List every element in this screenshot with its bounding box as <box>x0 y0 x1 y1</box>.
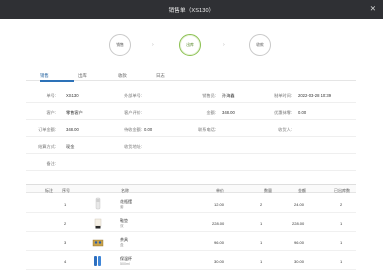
order-no-value: XS130 <box>66 93 79 98</box>
form-row: 客户: 零售客户 客户评价: 金额: 348.00 优惠抹零: 0.00 <box>26 105 356 120</box>
row-index: 4 <box>64 259 67 264</box>
payment-method-label: 结算方式: <box>38 144 56 149</box>
customer-label: 客户: <box>46 110 56 115</box>
quantity: 1 <box>260 221 263 226</box>
discount-value: 0.00 <box>298 110 307 115</box>
outbound-qty: 1 <box>340 259 343 264</box>
phone-label: 联系电话: <box>198 127 216 132</box>
row-index: 1 <box>64 202 67 207</box>
product-thumbnail <box>95 197 101 210</box>
line-amount: 228.00 <box>292 221 305 226</box>
table-row[interactable]: 2 鞋垫 双 228.00 1 228.00 1 <box>26 214 356 232</box>
salesperson-label: 销售员: <box>202 93 216 98</box>
table-row[interactable]: 3 茶具 盒 96.00 1 96.00 1 <box>26 233 356 251</box>
order-amount-label: 订单金额: <box>38 127 56 132</box>
quantity: 1 <box>260 259 263 264</box>
outbound-qty: 2 <box>340 202 343 207</box>
line-amount: 24.00 <box>294 202 305 207</box>
created-time-label: 制单时间: <box>274 93 292 98</box>
items-table-header: 标注 序号 名称 单价 数量 金额 已出库数 <box>26 184 356 193</box>
outbound-qty: 1 <box>340 240 343 245</box>
line-amount: 96.00 <box>294 240 305 245</box>
product-spec: 盒 <box>120 243 124 247</box>
step-outbound[interactable]: 出库 <box>179 34 201 56</box>
step-arrow-icon: › <box>152 42 154 48</box>
workflow-steps: 销售 › 出库 › 收款 <box>0 34 383 58</box>
salesperson-value: 孙海鑫 <box>222 93 235 98</box>
column-header: 单价 <box>216 187 224 193</box>
customer-rating-label: 客户评价: <box>124 110 142 115</box>
quantity: 2 <box>260 202 263 207</box>
row-index: 2 <box>64 221 67 226</box>
product-thumbnail <box>94 256 101 266</box>
active-tab-indicator <box>40 80 74 82</box>
close-icon[interactable]: ✕ <box>370 4 376 14</box>
window-title: 销售单（XS130） <box>168 7 215 14</box>
payment-method-value: 现金 <box>66 144 75 149</box>
address-label: 收货地址: <box>124 144 142 149</box>
column-header: 名称 <box>121 187 129 193</box>
pending-amount-label: 待收金额: <box>124 127 142 132</box>
remark-label: 备注: <box>46 161 56 166</box>
order-no-label: 单号: <box>46 93 56 98</box>
outbound-qty: 1 <box>340 221 343 226</box>
column-header: 标注 <box>45 187 53 193</box>
quantity: 1 <box>260 240 263 245</box>
step-payment[interactable]: 收款 <box>249 34 271 56</box>
tab-log[interactable]: 日志 <box>156 73 165 79</box>
step-label: 出库 <box>186 43 194 47</box>
product-thumbnail <box>92 239 104 247</box>
unit-price: 96.00 <box>214 240 225 245</box>
tab-sales[interactable]: 销售 <box>40 73 49 79</box>
created-time-value: 2022-03-28 10:39 <box>298 93 332 98</box>
column-header: 已出库数 <box>334 187 350 193</box>
unit-price: 30.00 <box>214 259 225 264</box>
unit-price: 12.00 <box>214 202 225 207</box>
product-spec: 套 <box>120 205 124 209</box>
line-amount: 30.00 <box>294 259 305 264</box>
detail-tabs: 销售 出库 收款 日志 <box>26 71 356 82</box>
customer-value: 零售客户 <box>66 110 83 115</box>
form-row: 备注: <box>26 156 356 171</box>
product-thumbnail <box>94 218 102 229</box>
step-sales[interactable]: 销售 <box>109 34 131 56</box>
amount-value: 348.00 <box>222 110 235 115</box>
product-spec: 500ml <box>120 262 130 266</box>
table-row[interactable]: 1 花瓶摆 套 12.00 2 24.00 2 <box>26 195 356 213</box>
form-row: 单号: XS130 外部单号: 销售员: 孙海鑫 制单时间: 2022-03-2… <box>26 88 356 103</box>
pending-amount-value: 0.00 <box>144 127 153 132</box>
tab-payment[interactable]: 收款 <box>118 73 127 79</box>
receiver-label: 收货人: <box>278 127 292 132</box>
order-amount-value: 348.00 <box>66 127 79 132</box>
product-spec: 双 <box>120 224 124 228</box>
step-label: 收款 <box>256 43 264 47</box>
window-titlebar: 销售单（XS130） ✕ <box>0 0 383 19</box>
external-no-label: 外部单号: <box>124 93 142 98</box>
column-header: 序号 <box>62 187 70 193</box>
amount-label: 金额: <box>206 110 216 115</box>
tab-outbound[interactable]: 出库 <box>78 73 87 79</box>
unit-price: 228.00 <box>212 221 225 226</box>
discount-label: 优惠抹零: <box>274 110 292 115</box>
column-header: 数量 <box>264 187 272 193</box>
step-arrow-icon: › <box>223 42 225 48</box>
form-row: 结算方式: 现金 收货地址: <box>26 139 356 154</box>
table-row[interactable]: 4 保温杯 500ml 30.00 1 30.00 1 <box>26 252 356 270</box>
row-index: 3 <box>64 240 67 245</box>
step-label: 销售 <box>116 43 124 47</box>
column-header: 金额 <box>298 187 306 193</box>
form-row: 订单金额: 348.00 待收金额: 0.00 联系电话: 收货人: <box>26 122 356 137</box>
